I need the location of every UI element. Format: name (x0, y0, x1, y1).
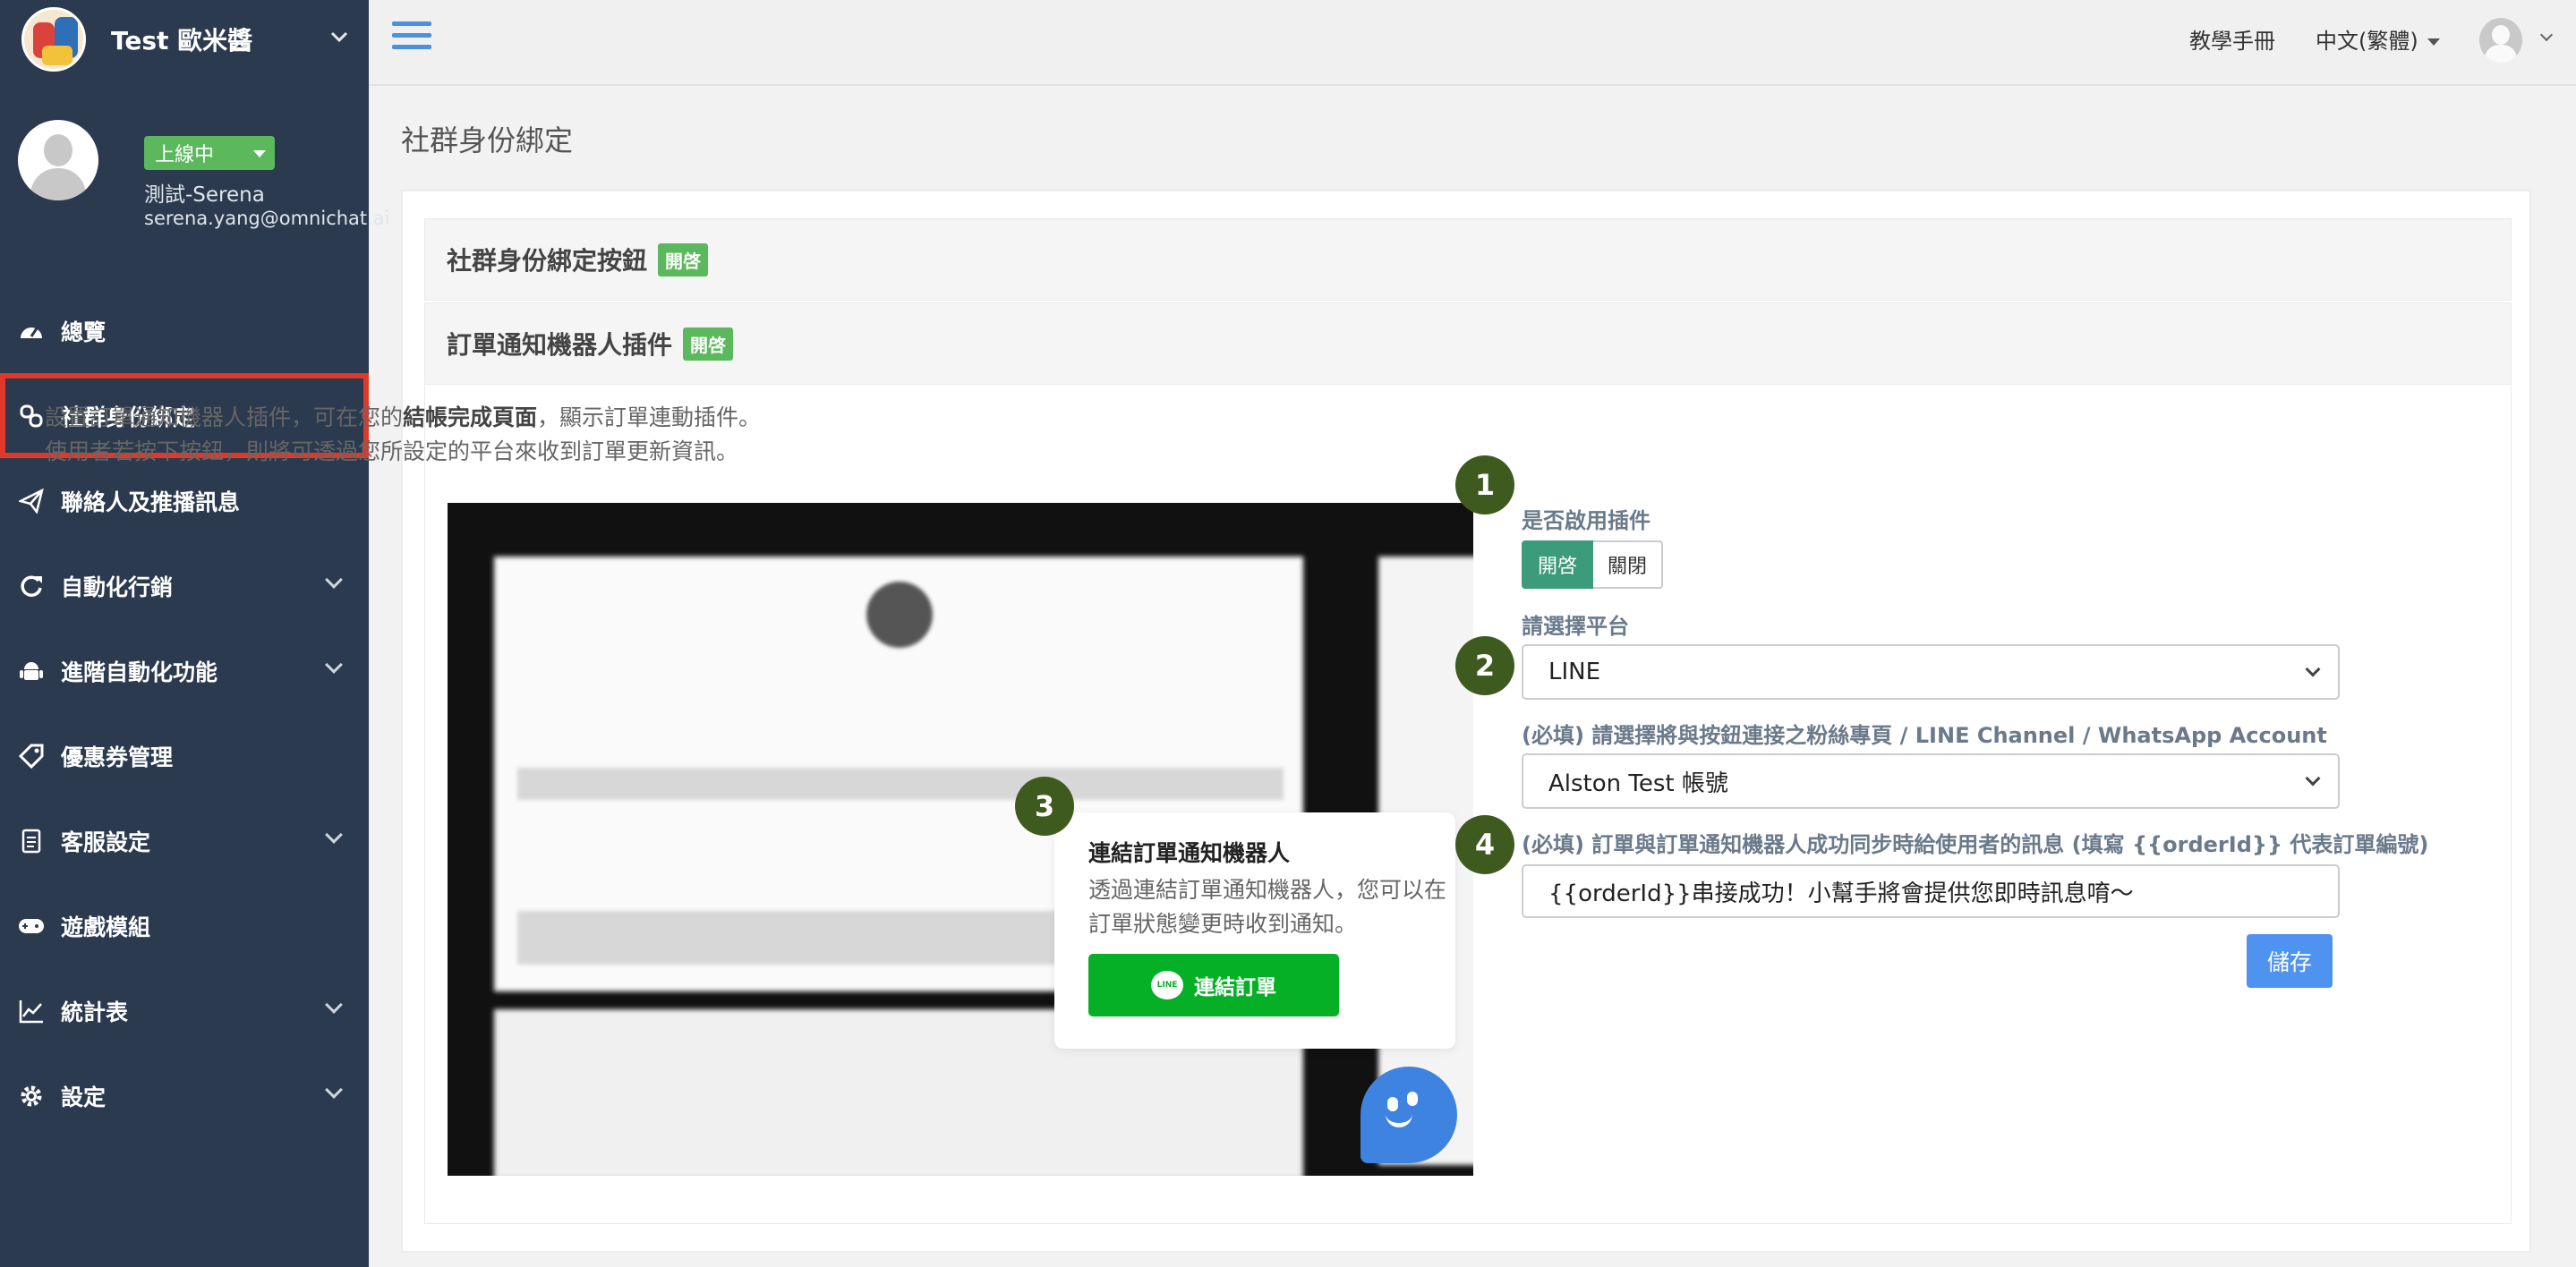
brand-name: Test 歐米醬 (111, 26, 253, 55)
widget-title: 連結訂單通知機器人 (1088, 840, 1291, 866)
caret-down-icon (2427, 38, 2440, 46)
platform-value: LINE (1548, 659, 1601, 685)
sidebar-item-statistics[interactable]: 統計表 (0, 968, 369, 1053)
success-message-input[interactable] (1522, 864, 2340, 918)
brand-switcher[interactable]: Test 歐米醬 (0, 0, 369, 79)
link-icon (18, 403, 45, 429)
sidebar-item-automation[interactable]: 自動化行銷 (0, 543, 369, 628)
description-line-2: 使用者若按下按鈕，則將可透過您所設定的平台來收到訂單更新資訊。 (45, 438, 739, 464)
enable-off-button[interactable]: 關閉 (1593, 540, 1664, 589)
sidebar-item-label: 客服設定 (61, 829, 151, 855)
step-2-marker: 2 (1455, 636, 1514, 695)
account-value: Alston Test 帳號 (1548, 770, 1728, 797)
panel-title: 社群身份綁定按鈕 (447, 246, 648, 276)
panel-binding-button[interactable]: 社群身份綁定按鈕 開啓 (424, 218, 2512, 301)
description-line-1: 設置訂單通知機器人插件，可在您的結帳完成頁面，顯示訂單連動插件。 (45, 404, 762, 430)
sidebar-item-label: 聯絡人及推播訊息 (61, 489, 241, 515)
sidebar-item-dashboard[interactable]: 總覽 (0, 288, 369, 373)
line-chart-icon (18, 998, 45, 1025)
chevron-down-icon[interactable] (328, 25, 351, 48)
sidebar-item-contacts[interactable]: 聯絡人及推播訊息 (0, 458, 369, 543)
connect-order-label: 連結訂單 (1194, 976, 1276, 999)
chevron-down-icon (2305, 661, 2321, 677)
save-button[interactable]: 儲存 (2247, 934, 2333, 988)
caret-down-icon (253, 150, 266, 157)
sidebar-item-label: 遊戲模組 (61, 914, 151, 940)
connect-order-button[interactable]: LINE 連結訂單 (1088, 954, 1339, 1016)
message-label: (必填) 訂單與訂單通知機器人成功同步時給使用者的訊息 (填寫 {{orderI… (1522, 832, 2429, 857)
panel-title: 訂單通知機器人插件 (447, 330, 673, 360)
sidebar-item-settings[interactable]: 設定 (0, 1053, 369, 1138)
top-bar: 教學手冊 中文(繁體) (369, 0, 2576, 86)
tutorial-link[interactable]: 教學手冊 (2189, 23, 2275, 55)
enable-plugin-label: 是否啟用插件 (1522, 508, 1651, 533)
user-avatar[interactable] (2479, 18, 2522, 63)
profile-name: 測試-Serena (144, 183, 265, 207)
brand-logo (21, 7, 86, 72)
paper-plane-icon (18, 488, 45, 514)
status-badge: 開啓 (658, 242, 709, 276)
order-bot-widget-preview: 連結訂單通知機器人 透過連結訂單通知機器人，您可以在訂單狀態變更時收到通知。 L… (1054, 812, 1455, 1049)
gear-icon (18, 1083, 45, 1110)
user-profile: 上線中 測試-Serena serena.yang@omnichat.ai (18, 120, 390, 236)
account-select[interactable]: Alston Test 帳號 (1522, 753, 2340, 809)
status-dropdown[interactable]: 上線中 (144, 136, 275, 170)
profile-email: serena.yang@omnichat.ai (144, 208, 390, 229)
status-label: 上線中 (155, 144, 215, 166)
step-3-marker: 3 (1015, 777, 1074, 836)
sidebar-item-label: 優惠券管理 (61, 744, 174, 770)
plugin-description: 設置訂單通知機器人插件，可在您的結帳完成頁面，顯示訂單連動插件。 使用者若按下按… (45, 401, 761, 469)
sidebar-item-label: 總覽 (61, 319, 107, 345)
step-4-marker: 4 (1455, 815, 1514, 874)
line-logo-icon: LINE (1151, 971, 1183, 999)
gamepad-icon (18, 913, 45, 940)
sidebar-item-coupons[interactable]: 優惠券管理 (0, 713, 369, 798)
language-dropdown[interactable]: 中文(繁體) (2316, 23, 2440, 55)
status-badge: 開啓 (683, 327, 734, 361)
sidebar-item-label: 設定 (61, 1084, 107, 1110)
sidebar: Test 歐米醬 上線中 測試-Serena serena.yang@omnic… (0, 0, 390, 1267)
platform-select[interactable]: LINE (1522, 644, 2340, 700)
chevron-down-icon (2305, 770, 2321, 787)
chevron-down-icon[interactable] (2539, 28, 2554, 42)
sidebar-item-games[interactable]: 遊戲模組 (0, 883, 369, 968)
tag-icon (18, 743, 45, 770)
sidebar-item-label: 進階自動化功能 (61, 659, 218, 685)
refresh-icon (18, 573, 45, 599)
page-title: 社群身份綁定 (401, 123, 574, 157)
chevron-down-icon (325, 1081, 343, 1099)
chatbot-mascot-icon[interactable] (1361, 1067, 1457, 1163)
enable-on-button[interactable]: 開啓 (1522, 540, 1594, 589)
step-1-marker: 1 (1455, 455, 1514, 514)
sidebar-item-label: 統計表 (61, 999, 129, 1025)
chevron-down-icon (325, 996, 343, 1014)
chevron-down-icon (325, 656, 343, 674)
chevron-down-icon (325, 571, 343, 589)
widget-description: 透過連結訂單通知機器人，您可以在訂單狀態變更時收到通知。 (1088, 877, 1447, 937)
panel-order-bot[interactable]: 訂單通知機器人插件 開啓 (424, 302, 2512, 385)
language-label: 中文(繁體) (2316, 29, 2418, 54)
document-icon (18, 828, 45, 855)
sidebar-item-label: 自動化行銷 (61, 574, 174, 600)
platform-label: 請選擇平台 (1522, 614, 1629, 639)
enable-toggle: 開啓 關閉 (1522, 540, 1664, 589)
sidebar-item-customer-service[interactable]: 客服設定 (0, 798, 369, 883)
hamburger-menu-icon[interactable] (392, 21, 431, 54)
dashboard-icon (18, 318, 45, 344)
chevron-down-icon (325, 826, 343, 844)
avatar (18, 120, 98, 200)
account-label: (必填) 請選擇將與按鈕連接之粉絲專頁 / LINE Channel / Wha… (1522, 723, 2327, 748)
sidebar-item-advanced-automation[interactable]: 進階自動化功能 (0, 628, 369, 713)
android-icon (18, 658, 45, 685)
